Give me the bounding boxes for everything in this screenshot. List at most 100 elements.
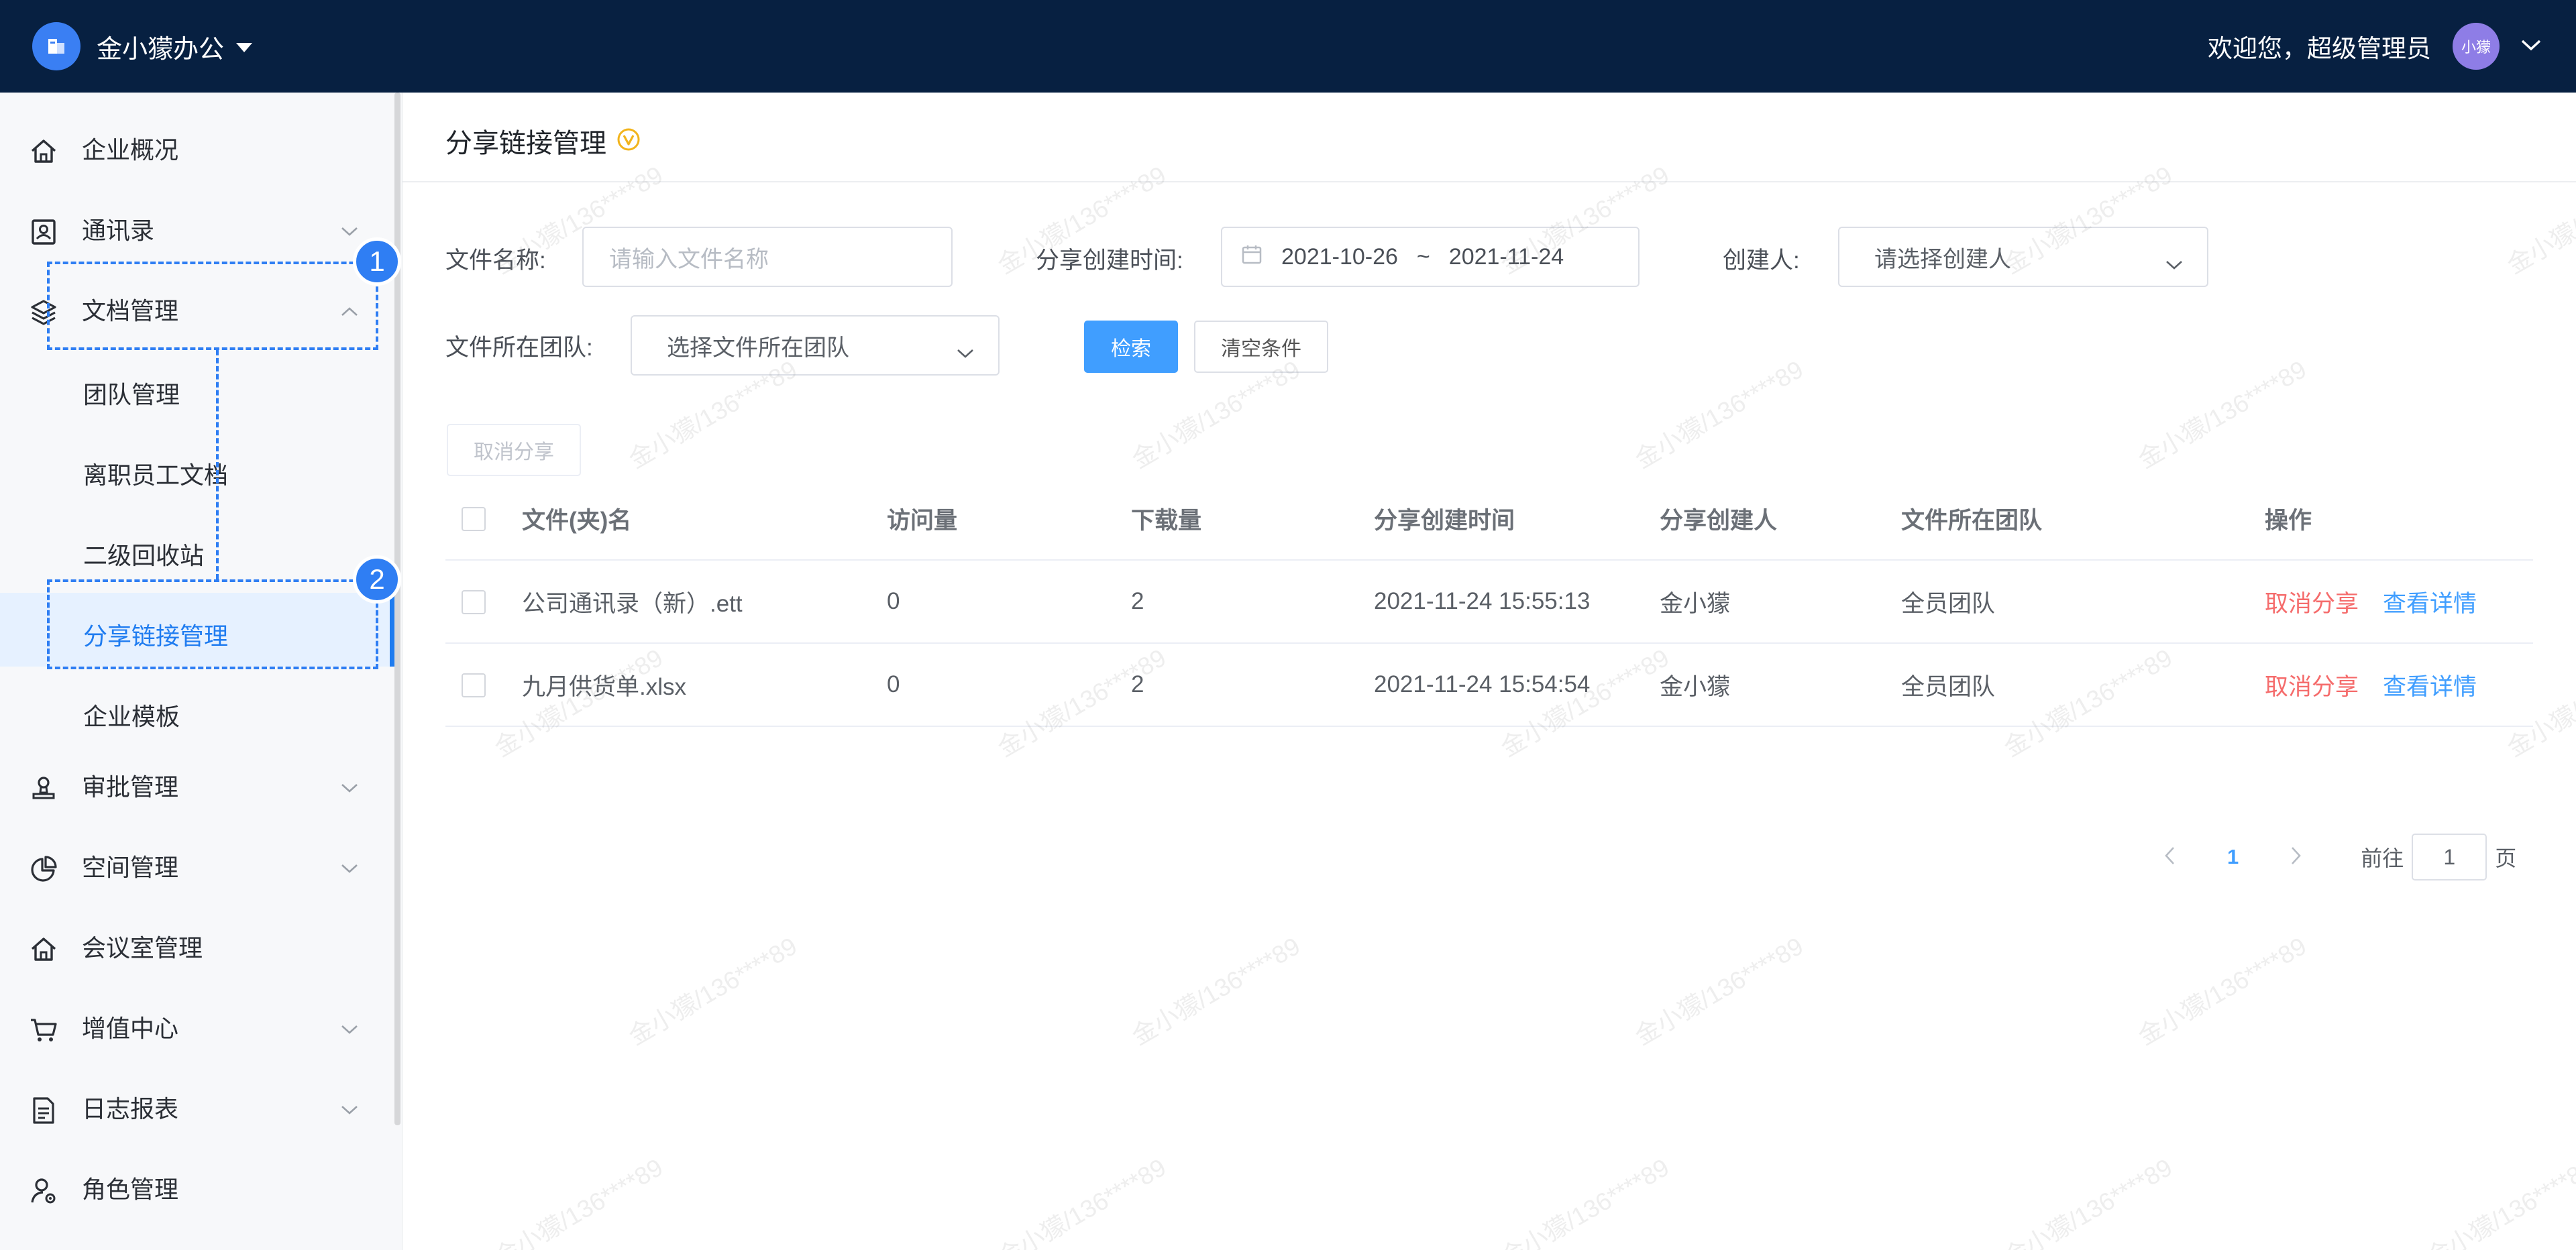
sidebar-item-value-center[interactable]: 增值中心 bbox=[0, 990, 394, 1064]
sidebar-item-space[interactable]: 空间管理 bbox=[0, 829, 394, 903]
watermark: 金小獴/136****89 bbox=[993, 1153, 1171, 1250]
sidebar-item-contacts[interactable]: 通讯录 bbox=[0, 192, 394, 266]
watermark: 金小獴/136****89 bbox=[2133, 931, 2311, 1051]
cancel-share-link[interactable]: 取消分享 bbox=[2265, 585, 2359, 619]
sidebar-subitem-departed-docs[interactable]: 离职员工文档 bbox=[0, 432, 394, 506]
creator-select[interactable]: 请选择创建人 bbox=[1838, 227, 2208, 287]
column-header: 分享创建人 bbox=[1660, 507, 1778, 534]
visits-cell: 0 bbox=[887, 588, 900, 614]
sidebar-item-roles[interactable]: 角色管理 bbox=[0, 1151, 394, 1225]
column-header: 下载量 bbox=[1131, 507, 1202, 534]
creator-cell: 金小獴 bbox=[1660, 673, 1731, 700]
visits-cell: 0 bbox=[887, 671, 900, 697]
cancel-share-bulk-button[interactable]: 取消分享 bbox=[447, 424, 581, 476]
annotation-connector bbox=[216, 350, 219, 579]
created-time-cell: 2021-11-24 15:55:13 bbox=[1374, 588, 1591, 614]
sidebar-item-label: 二级回收站 bbox=[83, 542, 205, 569]
watermark: 金小獴/136****89 bbox=[1630, 355, 1808, 474]
cancel-share-link[interactable]: 取消分享 bbox=[2265, 668, 2359, 702]
chevron-down-icon bbox=[339, 1104, 360, 1119]
chevron-down-icon[interactable] bbox=[2520, 38, 2542, 56]
sidebar-item-label: 日志报表 bbox=[82, 1095, 179, 1123]
select-all-checkbox[interactable] bbox=[462, 507, 486, 531]
creator-cell: 金小獴 bbox=[1660, 590, 1731, 617]
sidebar-item-label: 通讯录 bbox=[82, 217, 155, 244]
row-checkbox[interactable] bbox=[462, 673, 486, 697]
column-header: 访问量 bbox=[887, 507, 958, 534]
watermark: 金小獴/136****89 bbox=[2422, 1153, 2576, 1250]
file-name-input[interactable]: 请输入文件名称 bbox=[582, 227, 953, 287]
sidebar-item-label: 角色管理 bbox=[82, 1176, 179, 1203]
user-settings-icon bbox=[28, 1176, 59, 1206]
created-time-cell: 2021-11-24 15:54:54 bbox=[1374, 671, 1591, 697]
team-label: 文件所在团队: bbox=[445, 335, 593, 361]
downloads-cell: 2 bbox=[1131, 588, 1144, 614]
sidebar-subitem-team-management[interactable]: 团队管理 bbox=[0, 351, 394, 425]
sidebar-item-overview[interactable]: 企业概况 bbox=[0, 111, 394, 185]
title-divider bbox=[402, 181, 2576, 182]
team-cell: 全员团队 bbox=[1901, 673, 1996, 700]
watermark: 金小獴/136****89 bbox=[490, 1153, 667, 1250]
view-details-link[interactable]: 查看详情 bbox=[2383, 668, 2477, 702]
watermark: 金小獴/136****89 bbox=[1630, 931, 1808, 1051]
chevron-down-icon bbox=[339, 1023, 360, 1039]
prev-page-icon[interactable] bbox=[2163, 845, 2178, 870]
sidebar-item-logs[interactable]: 日志报表 bbox=[0, 1070, 394, 1144]
sidebar-item-meeting-rooms[interactable]: 会议室管理 bbox=[0, 909, 394, 983]
page-number[interactable]: 1 bbox=[2227, 845, 2239, 869]
active-indicator bbox=[390, 593, 394, 667]
actions-cell: 取消分享 查看详情 bbox=[2265, 644, 2477, 726]
file-name-cell: 公司通讯录（新）.ett bbox=[522, 590, 743, 617]
column-header: 文件(夹)名 bbox=[522, 507, 632, 534]
creator-label: 创建人: bbox=[1723, 247, 1800, 274]
file-name-label: 文件名称: bbox=[445, 247, 546, 274]
goto-label: 前往 bbox=[2361, 846, 2404, 870]
team-placeholder: 选择文件所在团队 bbox=[667, 335, 849, 361]
cart-icon bbox=[28, 1015, 59, 1045]
goto-page-input[interactable]: 1 bbox=[2412, 834, 2487, 880]
home-icon bbox=[28, 136, 59, 167]
stamp-icon bbox=[28, 773, 59, 804]
clear-filters-button[interactable]: 清空条件 bbox=[1194, 321, 1328, 373]
chevron-down-icon bbox=[955, 339, 975, 365]
brand-switcher[interactable]: 金小獴办公 bbox=[32, 21, 253, 71]
calendar-icon bbox=[1241, 243, 1263, 271]
sidebar-item-label: 空间管理 bbox=[82, 854, 179, 881]
sidebar-item-label: 会议室管理 bbox=[82, 934, 203, 962]
next-page-icon[interactable] bbox=[2288, 845, 2303, 870]
watermark: 金小獴/136****89 bbox=[2502, 160, 2576, 280]
vip-badge-icon bbox=[616, 127, 641, 156]
sidebar-item-label: 企业概况 bbox=[82, 136, 179, 164]
actions-cell: 取消分享 查看详情 bbox=[2265, 561, 2477, 642]
sidebar-item-approval[interactable]: 审批管理 bbox=[0, 748, 394, 822]
watermark: 金小獴/136****89 bbox=[624, 931, 802, 1051]
avatar[interactable]: 小獴 bbox=[2453, 23, 2500, 70]
team-select[interactable]: 选择文件所在团队 bbox=[631, 315, 1000, 376]
page-header: 分享链接管理 bbox=[445, 121, 641, 161]
view-details-link[interactable]: 查看详情 bbox=[2383, 585, 2477, 619]
pie-chart-icon bbox=[28, 854, 59, 885]
row-checkbox[interactable] bbox=[462, 590, 486, 614]
search-button[interactable]: 检索 bbox=[1084, 321, 1178, 373]
main-content: 分享链接管理 文件名称: 请输入文件名称 分享创建时间: 2021-10-26 … bbox=[402, 93, 2576, 1250]
sidebar-subitem-recycle-bin[interactable]: 二级回收站 bbox=[0, 512, 394, 586]
contacts-icon bbox=[28, 217, 59, 247]
table-row: 公司通讯录（新）.ett 0 2 2021-11-24 15:55:13 金小獴… bbox=[445, 561, 2533, 644]
sidebar-subitem-templates[interactable]: 企业模板 bbox=[0, 673, 394, 747]
chevron-down-icon bbox=[339, 862, 360, 878]
annotation-badge-2: 2 bbox=[353, 555, 401, 604]
sidebar-item-label: 增值中心 bbox=[82, 1015, 179, 1042]
column-header: 分享创建时间 bbox=[1374, 507, 1515, 534]
annotation-badge-1: 1 bbox=[353, 237, 401, 286]
column-header: 操作 bbox=[2265, 507, 2312, 534]
table-header-row: 文件(夹)名 访问量 下载量 分享创建时间 分享创建人 文件所在团队 操作 bbox=[445, 477, 2533, 561]
caret-down-icon bbox=[236, 43, 253, 52]
file-name-cell: 九月供货单.xlsx bbox=[522, 673, 687, 700]
chevron-down-icon bbox=[339, 225, 360, 241]
chevron-down-icon bbox=[2164, 251, 2184, 277]
share-time-label: 分享创建时间: bbox=[1036, 247, 1183, 274]
sidebar-item-label: 企业模板 bbox=[83, 703, 180, 730]
top-bar: 金小獴办公 欢迎您，超级管理员 小獴 bbox=[0, 0, 2576, 93]
date-range-picker[interactable]: 2021-10-26 ~ 2021-11-24 bbox=[1221, 227, 1640, 287]
sidebar-item-label: 团队管理 bbox=[83, 381, 180, 408]
